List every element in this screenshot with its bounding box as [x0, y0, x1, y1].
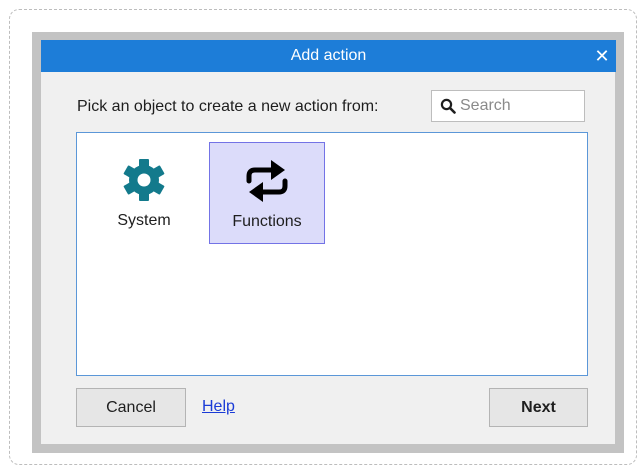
next-button[interactable]: Next [489, 388, 588, 427]
object-tile-functions[interactable]: Functions [209, 142, 325, 244]
close-button[interactable]: ✕ [588, 40, 616, 72]
add-action-dialog: Add action ✕ Pick an object to create a … [32, 32, 624, 453]
swap-arrows-icon [246, 160, 288, 202]
object-label-system: System [117, 212, 171, 229]
cancel-button[interactable]: Cancel [76, 388, 186, 427]
dialog-title: Add action [290, 47, 367, 64]
search-box[interactable] [431, 90, 585, 122]
help-link[interactable]: Help [202, 398, 235, 416]
search-input[interactable] [460, 92, 580, 120]
close-icon: ✕ [594, 46, 610, 66]
gear-icon [123, 159, 165, 201]
object-label-functions: Functions [232, 213, 302, 230]
dialog-titlebar: Add action ✕ [41, 40, 616, 72]
object-tile-system[interactable]: System [86, 142, 202, 244]
object-list: System Functions [76, 132, 588, 376]
prompt-label: Pick an object to create a new action fr… [77, 98, 379, 115]
search-icon [440, 98, 456, 114]
